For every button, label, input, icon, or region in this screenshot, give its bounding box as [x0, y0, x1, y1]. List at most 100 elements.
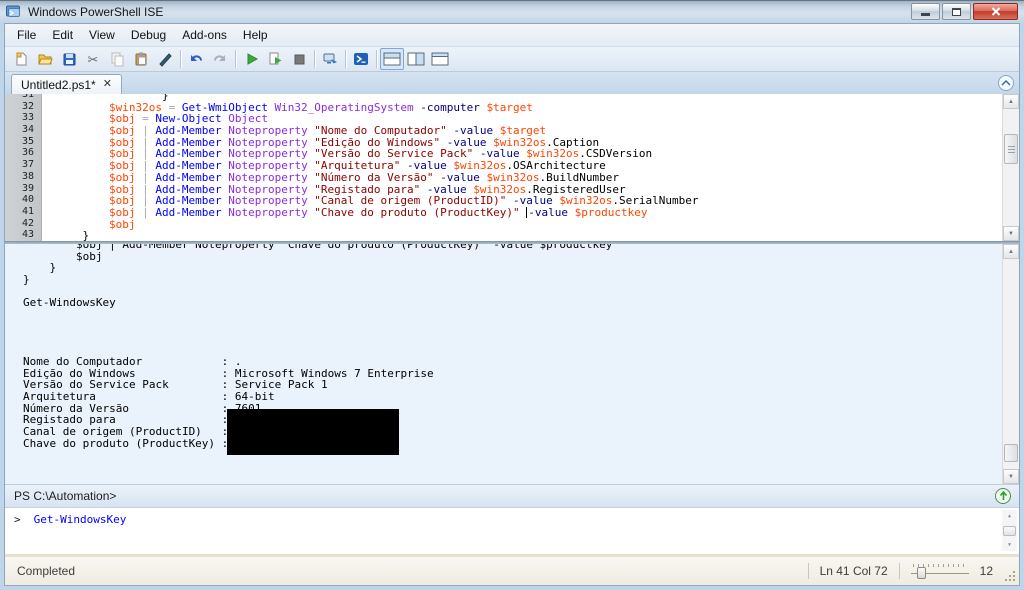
output-line: Versão do Service Pack : Service Pack 1 [23, 378, 328, 392]
window-title: Windows PowerShell ISE [28, 5, 164, 19]
scroll-output-top-button[interactable] [995, 488, 1011, 504]
stop-icon [294, 54, 305, 65]
editor-line: $obj [108, 217, 136, 231]
scroll-up-icon[interactable]: ▲ [1003, 94, 1019, 109]
redaction-box [227, 409, 399, 455]
editor-line: $obj | Add-Member Noteproperty "Edição d… [108, 135, 600, 149]
output-pane[interactable]: $obj | Add-Member Noteproperty "Chave do… [5, 244, 1019, 484]
close-icon [991, 7, 1000, 16]
toolbar-separator [345, 50, 346, 68]
new-script-button[interactable] [9, 48, 33, 70]
run-script-button[interactable] [239, 48, 263, 70]
maximize-button[interactable] [942, 3, 971, 20]
redo-button[interactable] [208, 48, 232, 70]
status-separator [898, 563, 900, 579]
tab-close-icon[interactable]: ✕ [103, 79, 112, 90]
line-number: 36 [21, 147, 34, 159]
output-scrollbar-thumb[interactable] [1004, 444, 1018, 462]
save-button[interactable] [57, 48, 81, 70]
clear-output-pane-button[interactable] [153, 48, 177, 70]
menu-item-file[interactable]: File [9, 25, 44, 45]
powershell-icon [354, 53, 368, 65]
toolbar-separator [314, 50, 315, 68]
menu-item-debug[interactable]: Debug [123, 25, 174, 45]
close-button[interactable] [973, 3, 1018, 20]
output-line: Canal de origem (ProductID) : [23, 425, 229, 438]
line-number: 40 [21, 194, 34, 206]
scroll-down-icon[interactable]: ▼ [1003, 469, 1019, 484]
scroll-down-icon[interactable]: ▼ [1002, 539, 1017, 551]
output-line: } [23, 261, 57, 275]
editor-scrollbar[interactable]: ▲ ▼ [1002, 94, 1019, 241]
editor-line: $obj | Add-Member Noteproperty "Registad… [108, 182, 626, 196]
menu-item-help[interactable]: Help [235, 25, 276, 45]
scroll-up-icon[interactable]: ▲ [1003, 244, 1019, 259]
status-separator [807, 563, 809, 579]
editor-scrollbar-thumb[interactable] [1004, 134, 1018, 164]
show-script-pane-right-button[interactable] [404, 48, 428, 70]
output-line: Edição do Windows : Microsoft Windows 7 … [23, 366, 434, 380]
console-prompt-bar: PS C:\Automation> [5, 484, 1019, 508]
console-scrollbar[interactable]: ▲ ▼ [1002, 510, 1017, 551]
titlebar: Windows PowerShell ISE [0, 0, 1024, 23]
run-icon [247, 53, 259, 65]
line-number: 33 [21, 112, 34, 124]
show-script-pane-maximized-button[interactable] [428, 48, 452, 70]
line-number: 43 [21, 229, 34, 241]
editor-line: } [56, 229, 90, 241]
undo-button[interactable] [184, 48, 208, 70]
editor-line: $obj | Add-Member Noteproperty "Canal de… [108, 194, 699, 208]
editor-line: $obj | Add-Member Noteproperty "Arquitet… [108, 159, 606, 173]
redo-icon [214, 55, 225, 62]
line-col-indicator: Ln 41 Col 72 [819, 564, 888, 578]
collapse-script-pane-button[interactable] [998, 75, 1014, 91]
menu-item-edit[interactable]: Edit [44, 25, 81, 45]
chevron-up-icon [1001, 80, 1011, 86]
line-number: 42 [21, 217, 34, 229]
scroll-down-icon[interactable]: ▼ [1003, 226, 1019, 241]
editor-code-area[interactable]: } $win32os = Get-WmiObject Win32_Operati… [42, 94, 1002, 241]
line-number: 31 [21, 94, 34, 100]
layout-top-icon [383, 52, 401, 66]
resize-grip[interactable] [1013, 579, 1015, 581]
zoom-slider-thumb[interactable] [916, 567, 926, 579]
editor-line: $obj | Add-Member Noteproperty "Nome do … [108, 124, 547, 138]
start-powershell-exe-button[interactable] [349, 48, 373, 70]
console-scrollbar-thumb[interactable] [1003, 526, 1016, 536]
console-input-area[interactable]: > Get-WindowsKey ▲ ▼ [5, 508, 1019, 555]
run-selection-button[interactable] [263, 48, 287, 70]
menu-item-view[interactable]: View [81, 25, 123, 45]
new-remote-powershell-tab-button[interactable] [318, 48, 342, 70]
console-command-text: Get-WindowsKey [33, 513, 127, 526]
menu-item-addons[interactable]: Add-ons [174, 25, 235, 45]
editor-gutter: 31 32 33 34 35 36 37 38 39 40 41 42 43 [5, 94, 42, 241]
stop-execution-button[interactable] [287, 48, 311, 70]
cut-button[interactable]: ✂ [81, 48, 105, 70]
tab-untitled2[interactable]: Untitled2.ps1* ✕ [11, 74, 122, 94]
minimize-button[interactable] [911, 3, 940, 20]
line-number: 34 [21, 124, 34, 136]
toolbar-separator [180, 50, 181, 68]
editor-line: $obj | Add-Member Noteproperty "Número d… [108, 170, 619, 184]
powershell-app-icon [6, 5, 22, 19]
clipboard-icon [135, 52, 147, 66]
paste-button[interactable] [129, 48, 153, 70]
toolbar: ✂ [5, 47, 1019, 72]
window-content: File Edit View Debug Add-ons Help ✂ Unti… [4, 23, 1020, 586]
copy-button[interactable] [105, 48, 129, 70]
zoom-slider[interactable] [910, 563, 969, 579]
toolbar-separator [235, 50, 236, 68]
line-number: 38 [21, 170, 34, 182]
script-editor-pane: 31 32 33 34 35 36 37 38 39 40 41 42 43 } $win32os = … [5, 94, 1019, 241]
open-script-button[interactable] [33, 48, 57, 70]
scroll-up-icon[interactable]: ▲ [1002, 510, 1017, 522]
output-scrollbar[interactable]: ▲ ▼ [1002, 244, 1019, 484]
layout-maximized-icon [431, 52, 449, 66]
line-number: 35 [21, 135, 34, 147]
show-script-pane-top-button[interactable] [380, 48, 404, 70]
output-line: Nome do Computador : . [23, 354, 242, 368]
save-floppy-icon [63, 53, 76, 66]
